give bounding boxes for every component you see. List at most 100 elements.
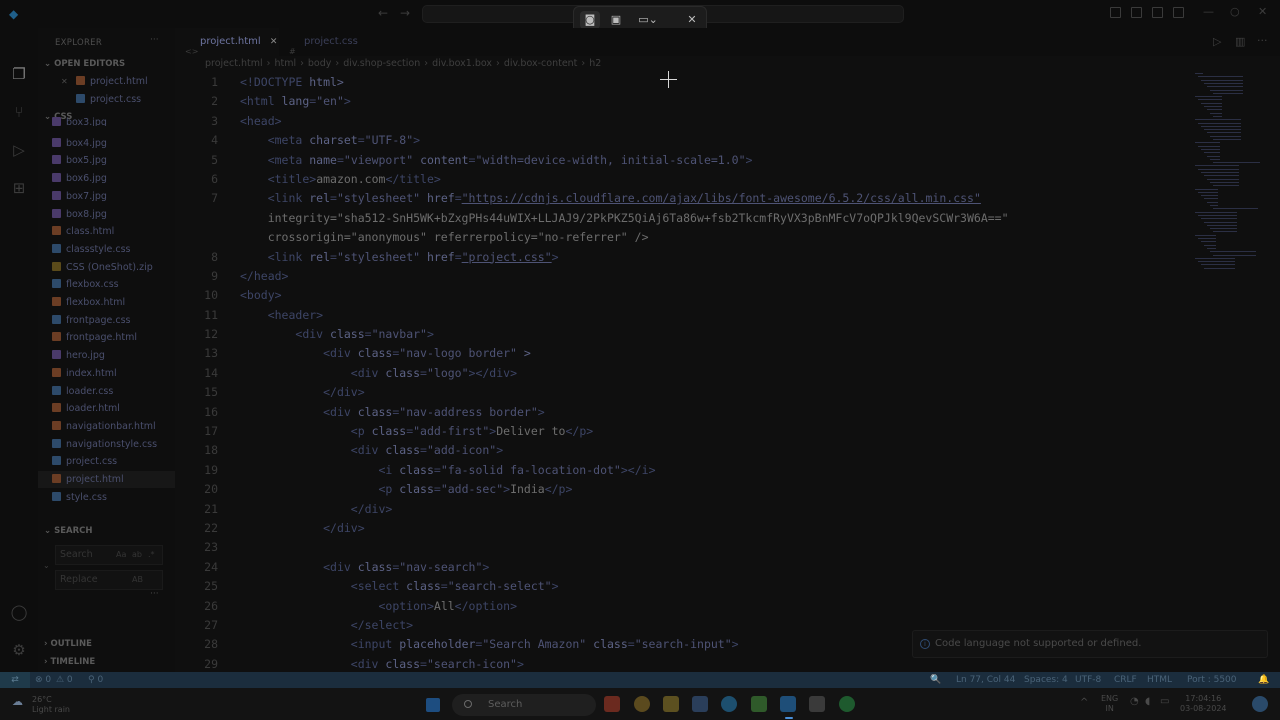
toggle-secondary-sidebar-icon[interactable] [1152,7,1163,18]
taskbar-search[interactable]: Search [452,694,596,716]
notifications-bell-icon[interactable]: 🔔 [1258,672,1269,688]
replace-input[interactable]: Replace AB [55,570,163,590]
tab-close-icon[interactable]: ✕ [270,37,278,47]
code-line[interactable]: <input placeholder="Search Amazon" class… [240,635,1009,654]
code-line[interactable]: <div class="nav-address border"> [240,403,1009,422]
search-input[interactable]: Search Aa ab .* [55,545,163,565]
wifi-icon[interactable]: ◔ [1130,697,1139,707]
breadcrumb-item[interactable]: body [308,58,332,69]
code-line[interactable]: <!DOCTYPE html> [240,73,1009,92]
rect-mode-icon[interactable]: ▭⌄ [634,11,662,29]
run-debug-icon[interactable]: ▷ [9,140,29,160]
chrome-browser-icon[interactable] [634,696,650,712]
language-mode[interactable]: HTML [1147,672,1172,688]
ports-count[interactable]: ⚲ 0 [88,672,103,688]
replace-all-icon[interactable]: AB [132,571,143,589]
close-editor-icon[interactable]: ✕ [61,73,68,90]
code-line[interactable]: <html lang="en"> [240,92,1009,111]
weather-widget[interactable]: ☁ 26°C Light rain [12,695,70,715]
code-line[interactable]: <div class="logo"></div> [240,364,1009,383]
file-tree-item[interactable]: style.css [38,489,175,506]
code-line[interactable]: <meta name="viewport" content="width=dev… [240,151,1009,170]
file-tree-item[interactable]: class.html [38,223,175,240]
breadcrumb-item[interactable]: div.shop-section [343,58,420,69]
code-line[interactable]: <header> [240,306,1009,325]
code-line[interactable]: <title>amazon.com</title> [240,170,1009,189]
file-explorer-icon[interactable] [663,696,679,712]
toggle-replace-icon[interactable]: ⌄ [43,561,50,570]
snipping-tool-icon[interactable] [809,696,825,712]
code-line[interactable]: <link rel="stylesheet" href="project.css… [240,248,1009,267]
customize-layout-icon[interactable] [1173,7,1184,18]
brave-browser-icon[interactable] [604,696,620,712]
windows-start-icon[interactable] [426,698,440,712]
file-tree-item[interactable]: frontpage.html [38,329,175,346]
indentation[interactable]: Spaces: 4 [1024,672,1068,688]
file-tree-item[interactable]: loader.html [38,400,175,417]
match-case-icon[interactable]: Aa [116,546,126,564]
code-line[interactable]: <p class="add-sec">India</p> [240,480,1009,499]
code-line[interactable] [240,538,1009,557]
settings-gear-icon[interactable]: ⚙ [9,640,29,660]
vscode-taskbar-icon[interactable] [780,696,796,712]
clock[interactable]: 17:04:16 03-08-2024 [1180,694,1227,714]
notification-toast[interactable]: i Code language not supported or defined… [912,630,1268,658]
more-actions-icon[interactable]: ··· [150,35,159,45]
file-tree-item[interactable]: box7.jpg [38,188,175,205]
file-tree-item[interactable]: hero.jpg [38,347,175,364]
code-editor[interactable]: <!DOCTYPE html> <html lang="en"> <head> <m… [240,73,1009,674]
timeline-section[interactable]: › TIMELINE [44,657,95,667]
file-tree-item[interactable]: project.css [38,453,175,470]
extensions-icon[interactable]: ⊞ [9,178,29,198]
file-tree-item[interactable]: navigationbar.html [38,418,175,435]
file-tree-item[interactable]: classstyle.css [38,241,175,258]
excel-icon[interactable] [751,696,767,712]
open-editors-section[interactable]: ⌄ OPEN EDITORS [44,59,125,69]
back-arrow-icon[interactable]: ← [378,6,388,20]
file-tree-item[interactable]: box8.jpg [38,206,175,223]
code-line[interactable]: </div> [240,383,1009,402]
live-server-port[interactable]: Port : 5500 [1187,672,1237,688]
editor-more-icon[interactable]: ··· [1257,34,1268,47]
file-tree-item[interactable]: frontpage.css [38,312,175,329]
close-icon[interactable]: ✕ [682,11,702,29]
breadcrumb-item[interactable]: div.box1.box [432,58,492,69]
code-line[interactable]: <body> [240,286,1009,305]
maximize-window-icon[interactable]: ○ [1230,5,1240,18]
file-tree-item[interactable]: box4.jpg [38,135,175,152]
tab-project-css[interactable]: # project.css [279,28,369,56]
code-line[interactable]: <option>All</option> [240,597,1009,616]
code-line[interactable]: </div> [240,500,1009,519]
warnings-count[interactable]: ⚠ 0 [56,672,73,688]
code-line[interactable]: <p class="add-first">Deliver to</p> [240,422,1009,441]
match-word-icon[interactable]: ab [132,546,142,564]
end-of-line[interactable]: CRLF [1114,672,1137,688]
file-tree-item[interactable]: flexbox.css [38,276,175,293]
code-line[interactable]: </select> [240,616,1009,635]
code-line[interactable]: </div> [240,519,1009,538]
cursor-position[interactable]: Ln 77, Col 44 [956,672,1015,688]
file-encoding[interactable]: UTF-8 [1075,672,1101,688]
code-line[interactable]: <div class="nav-search"> [240,558,1009,577]
split-editor-icon[interactable]: ▥ [1235,35,1245,48]
errors-count[interactable]: ⊗ 0 [35,672,51,688]
tab-project-html[interactable]: <> project.html ✕ [175,28,279,56]
breadcrumb-item[interactable]: html [274,58,296,69]
zoom-icon[interactable]: 🔍 [930,672,941,688]
tray-overflow-icon[interactable]: ^ [1080,698,1088,708]
language-indicator[interactable]: ENG IN [1101,694,1118,714]
file-tree-item[interactable]: box5.jpg [38,152,175,169]
run-icon[interactable]: ▷ [1213,35,1221,48]
open-editor-item[interactable]: ✕ project.html [38,73,175,90]
code-line[interactable]: <i class="fa-solid fa-location-dot"></i> [240,461,1009,480]
code-line[interactable]: <div class="navbar"> [240,325,1009,344]
minimap[interactable] [1195,73,1265,283]
camera-icon[interactable]: ◙ [580,11,600,29]
file-tree-item[interactable]: project.html [38,471,175,488]
code-line[interactable]: <meta charset="UTF-8"> [240,131,1009,150]
mail-icon[interactable] [692,696,708,712]
code-line[interactable]: integrity="sha512-SnH5WK+bZxgPHs44uWIX+L… [240,209,1009,228]
more-search-options-icon[interactable]: ··· [150,589,159,599]
remote-indicator-icon[interactable]: ⇄ [0,672,30,688]
file-tree-item[interactable]: loader.css [38,383,175,400]
